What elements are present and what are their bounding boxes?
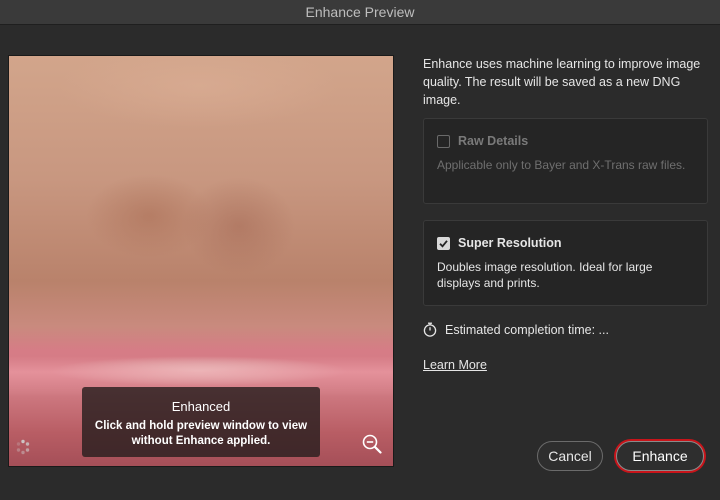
raw-details-text: Applicable only to Bayer and X-Trans raw… (437, 158, 686, 172)
super-resolution-checkbox[interactable] (437, 236, 450, 250)
window-title: Enhance Preview (0, 0, 720, 25)
enhance-button[interactable]: Enhance (616, 441, 704, 471)
raw-details-checkbox[interactable] (437, 134, 450, 148)
super-resolution-label: Super Resolution (458, 236, 562, 250)
super-resolution-panel: Super Resolution Doubles image resolutio… (423, 220, 708, 306)
overlay-title: Enhanced (171, 399, 231, 414)
super-resolution-text: Doubles image resolution. Ideal for larg… (437, 260, 653, 290)
loading-spinner-icon (16, 439, 30, 455)
estimated-time-label: Estimated completion time: ... (445, 322, 609, 337)
estimated-time: Estimated completion time: ... (423, 322, 609, 337)
preview-overlay: Enhanced Click and hold preview window t… (82, 387, 320, 457)
cancel-button[interactable]: Cancel (537, 441, 603, 471)
preview-image[interactable]: Enhanced Click and hold preview window t… (8, 55, 394, 467)
checkmark-icon (439, 239, 448, 248)
raw-details-row: Raw Details (437, 133, 528, 149)
raw-details-label: Raw Details (458, 134, 529, 148)
overlay-text: Click and hold preview window to view wi… (94, 420, 308, 447)
super-resolution-row: Super Resolution (437, 235, 561, 251)
learn-more-link[interactable]: Learn More (423, 358, 487, 372)
zoom-out-icon[interactable] (361, 433, 383, 455)
raw-details-panel: Raw Details Applicable only to Bayer and… (423, 118, 708, 204)
stopwatch-icon (423, 322, 437, 337)
description-text: Enhance uses machine learning to improve… (423, 57, 701, 107)
